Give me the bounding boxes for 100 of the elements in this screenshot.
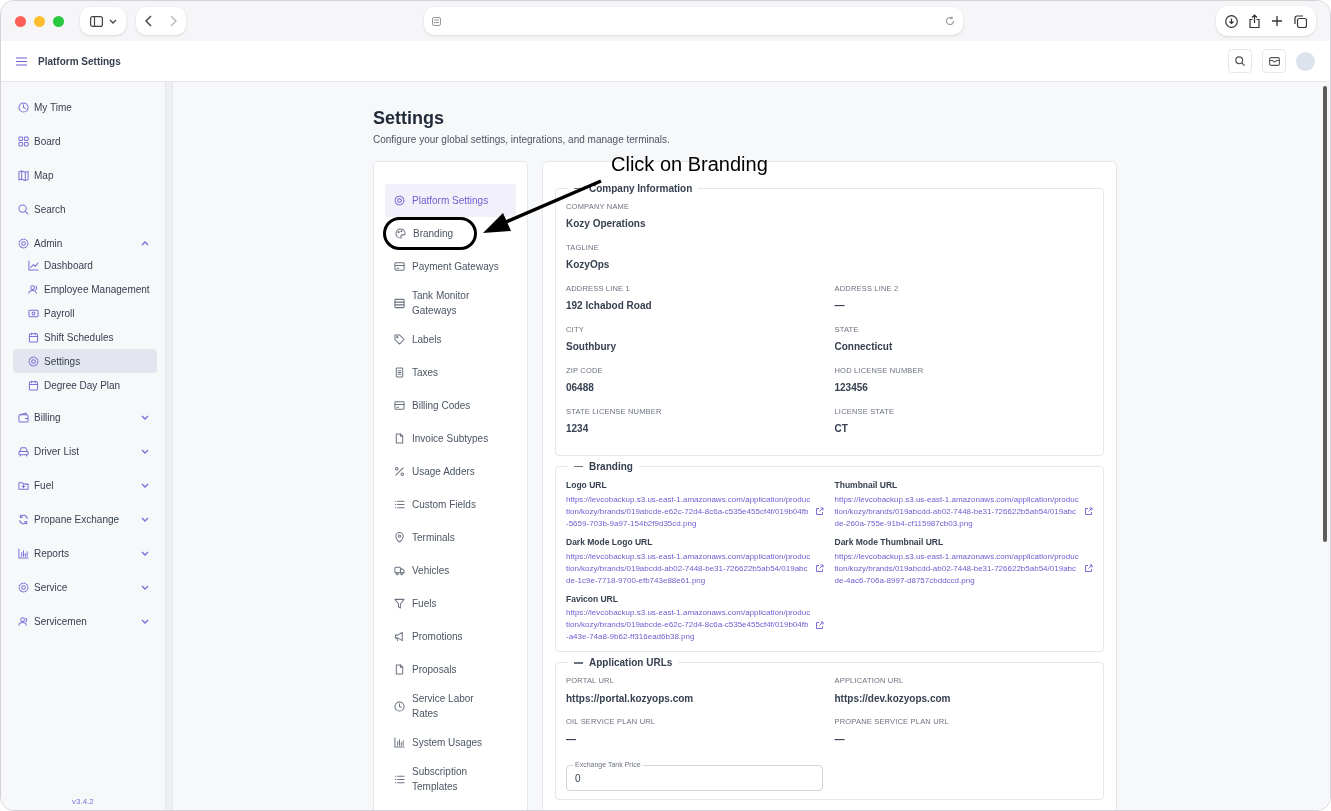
sidebar-item[interactable]: Propane Exchange [13, 502, 157, 536]
field-value: 123456 [834, 381, 868, 396]
sidebar-item[interactable]: Servicemen [13, 604, 157, 638]
url-link[interactable]: https://levcobackup.s3.us-east-1.amazonaws.com/application/production/kozy/brands/019abcde-e62c-72d4-8c6a-c535e455cf4f/019b04fb-a43e-74a8-9b62-ff316ead6b38.png [566, 607, 811, 644]
external-link-icon[interactable] [815, 564, 824, 573]
settings-nav-item[interactable]: Invoice Subtypes [385, 422, 516, 455]
chevron-down-icon[interactable] [141, 550, 149, 556]
settings-nav-item[interactable]: Platform Settings [385, 184, 516, 217]
maximize-window-button[interactable] [53, 15, 64, 27]
section-title: Company Information [589, 182, 693, 195]
external-link-icon[interactable] [1083, 564, 1093, 573]
version-label: v3.4.2 [72, 796, 94, 808]
sidebar-icon [89, 15, 103, 27]
menu-icon[interactable] [16, 56, 27, 66]
map-icon [18, 169, 29, 181]
file-icon [394, 433, 405, 444]
settings-nav-item[interactable]: Tank Monitor Gateways [385, 283, 516, 323]
settings-nav-item[interactable]: System Usages [385, 726, 516, 759]
external-link-icon[interactable] [1083, 507, 1093, 517]
url-link[interactable]: https://levcobackup.s3.us-east-1.amazonaws.com/application/production/kozy/brands/019abcdd-ab02-7448-be31-726622b5ab54/019abcde-1c9e-7718-9700-efb743e88e61.png [566, 550, 811, 587]
calendar-icon [28, 331, 39, 343]
download-icon[interactable] [1225, 14, 1239, 28]
sidebar-item[interactable]: Billing [13, 400, 157, 434]
url-link[interactable]: https://levcobackup.s3.us-east-1.amazonaws.com/application/production/kozy/brands/019abcdd-ab02-7448-be31-726622b5ab54/019abcde-260a-755e-91b4-cf115987cb03.png [834, 493, 1080, 530]
users-icon [18, 615, 29, 627]
settings-icon [18, 237, 29, 249]
car-icon [18, 445, 29, 457]
settings-nav-item[interactable]: Fuels [385, 587, 516, 620]
server-icon [394, 297, 405, 309]
field-value: 0 [575, 771, 581, 786]
tabs-overview-icon[interactable] [1293, 14, 1307, 28]
folder-icon [18, 479, 29, 491]
settings-nav-item[interactable]: Promotions [385, 620, 516, 653]
field-value: Southbury [566, 340, 616, 355]
chevron-down-icon[interactable] [141, 618, 149, 624]
sidebar-item[interactable]: Board [13, 124, 157, 158]
search-button[interactable] [1228, 49, 1252, 73]
chevron-down-icon[interactable] [141, 414, 149, 420]
chevron-up-icon[interactable] [141, 240, 149, 246]
receipt-icon [394, 367, 405, 378]
sidebar-subitem[interactable]: Employee Management [13, 277, 157, 301]
sidebar-item[interactable]: Fuel [13, 468, 157, 502]
new-tab-icon[interactable] [1270, 15, 1283, 27]
settings-nav-item[interactable]: Branding [386, 220, 474, 247]
mail-button[interactable] [1262, 49, 1286, 73]
app-title: Platform Settings [38, 54, 121, 69]
url-link[interactable]: https://levcobackup.s3.us-east-1.amazonaws.com/application/production/kozy/brands/019abcde-e62c-72d4-8c6a-c535e455cf4f/019b04fb-5659-703b-9a97-154b2f9d35cd.png [566, 493, 811, 530]
sidebar-item[interactable]: Search [13, 192, 157, 226]
settings-nav-item[interactable]: Service Labor Rates [385, 686, 516, 726]
sidebar-subitem[interactable]: Shift Schedules [13, 325, 157, 349]
settings-icon [28, 355, 39, 367]
external-link-icon[interactable] [815, 620, 824, 630]
chevron-down-icon[interactable] [141, 448, 149, 454]
reload-icon[interactable] [945, 16, 955, 26]
search-icon [18, 203, 29, 215]
clock-icon [18, 101, 29, 113]
settings-icon [18, 581, 29, 593]
credit-card-icon [394, 261, 405, 272]
sidebar-subitem[interactable]: Degree Day Plan [13, 373, 157, 397]
close-window-button[interactable] [15, 15, 26, 27]
back-icon[interactable] [145, 15, 152, 27]
settings-nav-item[interactable]: Proposals [385, 653, 516, 686]
settings-nav-item[interactable]: Billing Codes [385, 389, 516, 422]
filter-icon [394, 598, 405, 609]
share-icon[interactable] [1249, 14, 1261, 28]
sidebar-item[interactable]: Service [13, 570, 157, 604]
annotation-text: Click on Branding [611, 152, 768, 176]
field-value: 1234 [566, 422, 589, 437]
sidebar-subitem[interactable]: Settings [13, 349, 157, 373]
settings-nav-item[interactable]: Terminals [385, 521, 516, 554]
chevron-down-icon[interactable] [141, 516, 149, 522]
settings-nav-item[interactable]: Custom Fields [385, 488, 516, 521]
field-value: KozyOps [566, 258, 610, 273]
sidebar-item[interactable]: Reports [13, 536, 157, 570]
settings-icon [394, 195, 405, 206]
settings-nav-item[interactable]: Labels [385, 323, 516, 356]
file-icon [394, 664, 405, 675]
sidebar-toggle-button[interactable] [80, 7, 126, 35]
wallet-icon [18, 411, 29, 423]
megaphone-icon [394, 631, 405, 642]
field-value: — [834, 732, 845, 747]
sidebar-item[interactable]: Driver List [13, 434, 157, 468]
settings-nav-item[interactable]: Subscription Templates [385, 759, 516, 799]
url-link[interactable]: https://levcobackup.s3.us-east-1.amazonaws.com/application/production/kozy/brands/019abcdd-ab02-7448-be31-726622b5ab54/019abcde-4ac6-706a-8997-d8757cbddccd.png [834, 550, 1080, 587]
chevron-down-icon[interactable] [141, 482, 149, 488]
settings-nav-item[interactable]: Payment Gateways [385, 250, 516, 283]
sidebar-item[interactable]: Map [13, 158, 157, 192]
settings-nav-item[interactable]: Usage Adders [385, 455, 516, 488]
settings-nav-item[interactable]: Vehicles [385, 554, 516, 587]
external-link-icon[interactable] [815, 507, 824, 517]
palette-icon [395, 228, 406, 239]
chevron-down-icon[interactable] [141, 584, 149, 590]
chevron-down-icon [108, 18, 117, 24]
percent-icon [394, 466, 405, 477]
sidebar-item[interactable]: My Time [13, 90, 157, 124]
section-title: Branding [589, 460, 633, 473]
settings-nav-item[interactable]: Taxes [385, 356, 516, 389]
search-icon [1235, 56, 1245, 66]
page-icon [432, 16, 441, 26]
sidebar-subitem[interactable]: Payroll [13, 301, 157, 325]
